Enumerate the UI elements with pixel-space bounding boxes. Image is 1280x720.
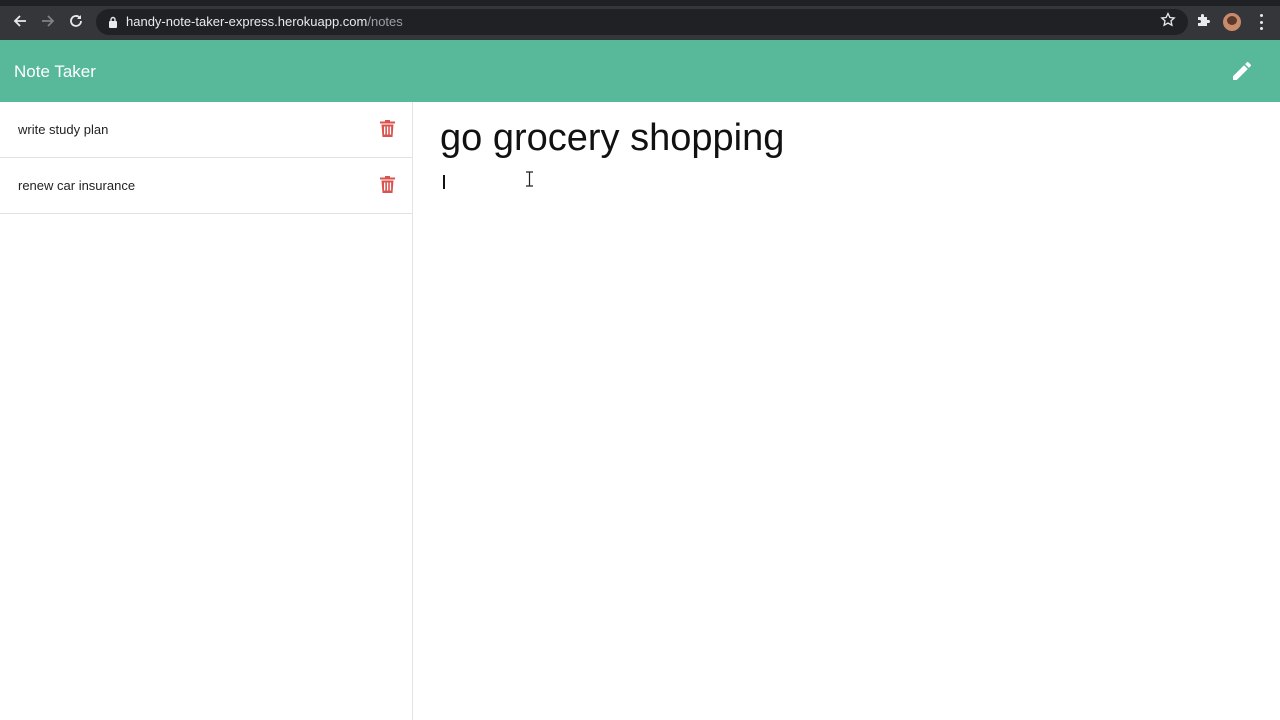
extensions-puzzle-icon[interactable] <box>1196 12 1212 28</box>
note-list-item-title[interactable]: write study plan <box>18 122 108 138</box>
pencil-icon[interactable] <box>1230 59 1254 83</box>
lock-icon <box>109 16 117 28</box>
url-text[interactable]: handy-note-taker-express.herokuapp.com/n… <box>126 14 403 30</box>
profile-avatar[interactable] <box>1223 13 1241 31</box>
note-list-item-title[interactable]: renew car insurance <box>18 178 135 194</box>
browser-menu-icon[interactable] <box>1259 14 1263 30</box>
text-cursor-icon <box>526 171 533 187</box>
app-brand[interactable]: Note Taker <box>14 62 96 82</box>
trash-icon[interactable] <box>380 120 395 137</box>
reload-icon[interactable] <box>65 10 87 32</box>
url-path: /notes <box>367 14 403 29</box>
url-host: handy-note-taker-express.herokuapp.com <box>126 14 368 29</box>
note-list: write study plan renew car insurance <box>0 102 413 720</box>
text-caret <box>443 175 445 189</box>
forward-arrow-icon[interactable] <box>37 10 59 32</box>
back-arrow-icon[interactable] <box>9 10 31 32</box>
note-title-input[interactable] <box>440 114 1260 162</box>
note-text-area[interactable] <box>440 170 1260 690</box>
list-item[interactable]: renew car insurance <box>0 158 412 214</box>
browser-toolbar: handy-note-taker-express.herokuapp.com/n… <box>0 0 1280 40</box>
app-navbar: Note Taker <box>0 40 1280 102</box>
bookmark-star-icon[interactable] <box>1160 12 1176 28</box>
tab-strip <box>0 0 1280 6</box>
trash-icon[interactable] <box>380 176 395 193</box>
list-item[interactable]: write study plan <box>0 102 412 158</box>
